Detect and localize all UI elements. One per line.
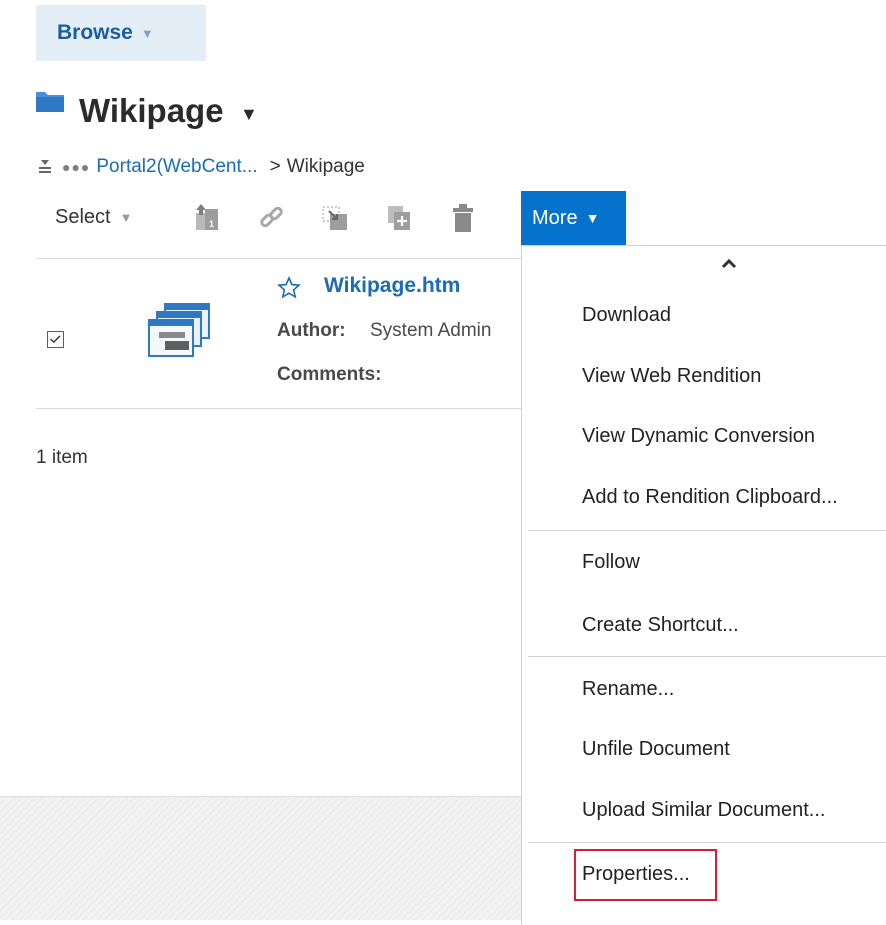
upload-icon[interactable]: 1 xyxy=(193,203,221,233)
browse-tab[interactable]: Browse ▼ xyxy=(36,5,206,61)
item-count: 1 item xyxy=(36,447,88,468)
html-document-icon[interactable] xyxy=(147,302,211,360)
more-menu-button[interactable]: More ▼ xyxy=(521,191,626,245)
menu-item-download[interactable]: Download xyxy=(582,304,671,327)
more-dropdown-menu: Download View Web Rendition View Dynamic… xyxy=(521,245,886,925)
select-label: Select xyxy=(55,206,111,228)
move-icon[interactable] xyxy=(321,203,349,233)
chevron-down-icon: ▼ xyxy=(119,210,133,225)
select-menu-button[interactable]: Select ▼ xyxy=(55,206,132,229)
author-label: Author: xyxy=(277,320,346,341)
comments-label: Comments: xyxy=(277,364,382,385)
breadcrumb-more-icon[interactable]: ●●● xyxy=(62,159,90,175)
menu-item-view-dynamic-conversion[interactable]: View Dynamic Conversion xyxy=(582,425,815,448)
checkmark-icon xyxy=(50,335,61,344)
collapse-path-icon[interactable] xyxy=(36,158,54,176)
folder-icon xyxy=(36,92,64,112)
chevron-up-icon[interactable] xyxy=(719,256,739,270)
browse-tab-label: Browse xyxy=(57,21,133,44)
menu-item-view-web-rendition[interactable]: View Web Rendition xyxy=(582,365,761,388)
menu-item-create-shortcut[interactable]: Create Shortcut... xyxy=(582,614,739,637)
delete-icon[interactable] xyxy=(449,203,477,233)
empty-region xyxy=(0,796,521,920)
row-divider-bottom xyxy=(36,408,526,409)
breadcrumb-current: Wikipage xyxy=(286,156,365,177)
chevron-down-icon: ▼ xyxy=(140,25,154,41)
menu-item-add-to-rendition-clipboard[interactable]: Add to Rendition Clipboard... xyxy=(582,486,838,509)
row-select-checkbox[interactable] xyxy=(47,331,64,348)
author-value: System Admin xyxy=(370,320,492,341)
menu-item-properties[interactable]: Properties... xyxy=(582,863,690,886)
breadcrumb-parent-link[interactable]: Portal2(WebCent... xyxy=(96,156,257,178)
menu-separator xyxy=(528,656,886,657)
document-name-link[interactable]: Wikipage.htm xyxy=(324,274,460,298)
menu-separator xyxy=(528,530,886,531)
page-title: Wikipage xyxy=(79,92,224,129)
breadcrumb: ●●● Portal2(WebCent... > Wikipage xyxy=(36,156,365,178)
title-menu-caret-icon[interactable]: ▼ xyxy=(240,104,258,125)
menu-item-unfile-document[interactable]: Unfile Document xyxy=(582,738,730,761)
breadcrumb-separator: > xyxy=(269,156,281,177)
menu-separator xyxy=(528,842,886,843)
copy-icon[interactable] xyxy=(385,203,413,233)
more-label: More xyxy=(532,206,578,229)
menu-item-follow[interactable]: Follow xyxy=(582,551,640,574)
menu-item-upload-similar-document[interactable]: Upload Similar Document... xyxy=(582,799,825,822)
chevron-down-icon: ▼ xyxy=(585,210,600,226)
link-icon[interactable] xyxy=(258,203,286,233)
menu-item-rename[interactable]: Rename... xyxy=(582,678,674,701)
svg-text:1: 1 xyxy=(209,219,214,229)
row-divider-top xyxy=(36,258,526,259)
favorite-star-icon[interactable] xyxy=(277,276,301,300)
